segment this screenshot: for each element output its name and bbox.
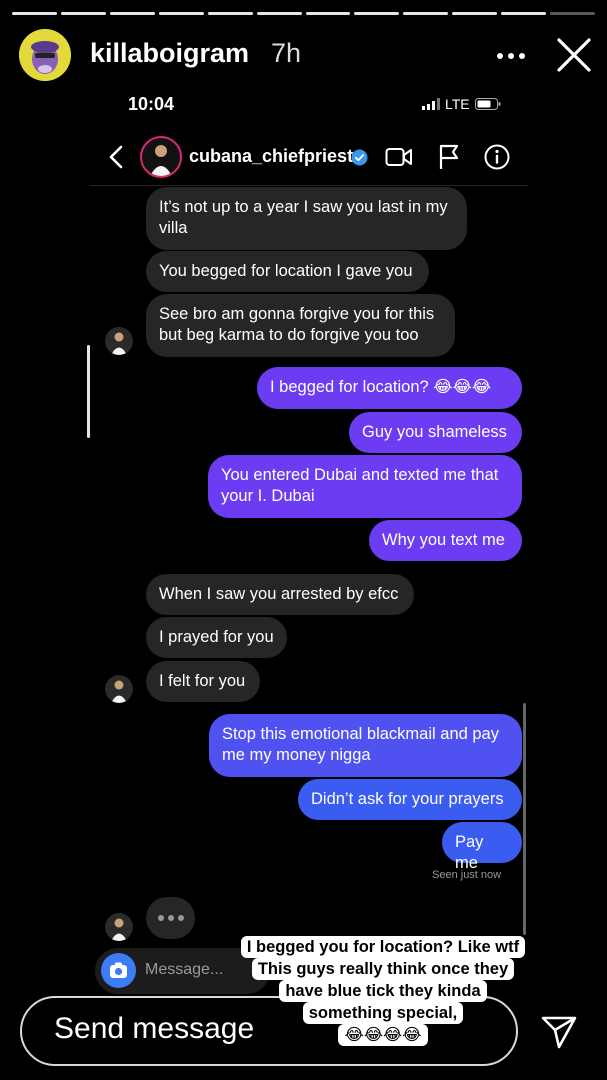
message-bubble-incoming[interactable]: It’s not up to a year I saw you last in … (146, 187, 467, 250)
more-options-icon[interactable] (496, 48, 526, 59)
chat-username[interactable]: cubana_chiefpriest (189, 146, 353, 167)
progress-segment (550, 12, 596, 15)
battery-icon (474, 98, 501, 110)
story-avatar[interactable] (19, 29, 71, 81)
sender-avatar[interactable] (105, 327, 133, 355)
progress-segment (60, 12, 106, 15)
camera-button[interactable] (101, 953, 136, 988)
progress-segment (452, 12, 498, 15)
caption-line: I begged you for location? Like wtf (240, 936, 526, 958)
typing-indicator (146, 897, 195, 939)
signal-icon (422, 98, 440, 110)
caption-line: This guys really think once they (251, 958, 515, 980)
sender-avatar[interactable] (105, 675, 133, 703)
header-divider (90, 185, 528, 186)
info-icon[interactable] (484, 144, 510, 170)
scrollbar[interactable] (523, 703, 526, 935)
caption-line: 😂😂😂😂 (338, 1024, 428, 1046)
seen-indicator: Seen just now (432, 869, 502, 881)
message-bubble-outgoing[interactable]: Guy you shameless (349, 412, 522, 453)
message-bubble-outgoing[interactable]: I begged for location? 😂😂😂 (257, 367, 522, 409)
send-icon[interactable] (540, 1013, 578, 1051)
message-bubble-incoming[interactable]: See bro am gonna forgive you for this bu… (146, 294, 455, 357)
message-bubble-incoming[interactable]: You begged for location I gave you (146, 251, 429, 292)
network-label: LTE (445, 96, 470, 112)
message-bubble-outgoing[interactable]: Stop this emotional blackmail and pay me… (209, 714, 522, 777)
status-time: 10:04 (128, 94, 175, 114)
story-progress-bar (12, 12, 596, 15)
progress-segment (109, 12, 155, 15)
message-bubble-outgoing[interactable]: Pay me (442, 822, 522, 872)
video-call-icon[interactable] (385, 145, 413, 169)
message-bubble-outgoing[interactable]: Why you text me (369, 520, 522, 561)
progress-segment (256, 12, 302, 15)
message-bubble-outgoing[interactable]: Didn’t ask for your prayers (298, 779, 522, 820)
send-message-placeholder[interactable]: Send message (54, 1012, 254, 1046)
status-indicators: LTE (422, 96, 501, 112)
progress-segment (207, 12, 253, 15)
camera-icon (110, 962, 127, 978)
caption-line: something special, (302, 1002, 464, 1024)
progress-segment (403, 12, 449, 15)
progress-segment (501, 12, 547, 15)
progress-segment (158, 12, 204, 15)
message-bubble-incoming[interactable]: When I saw you arrested by efcc (146, 574, 414, 615)
story-caption: I begged you for location? Like wtf This… (228, 936, 538, 1046)
progress-segment (305, 12, 351, 15)
close-icon[interactable] (556, 37, 592, 73)
sender-avatar[interactable] (105, 913, 133, 941)
caption-line: have blue tick they kinda (279, 980, 487, 1002)
story-timestamp: 7h (271, 38, 302, 68)
message-input-placeholder[interactable]: Message... (145, 961, 223, 979)
message-bubble-outgoing[interactable]: You entered Dubai and texted me that you… (208, 455, 522, 518)
chat-avatar[interactable] (140, 136, 182, 178)
progress-segment (354, 12, 400, 15)
scrollbar-left (87, 345, 90, 438)
message-bubble-incoming[interactable]: I felt for you (146, 661, 260, 702)
message-bubble-incoming[interactable]: I prayed for you (146, 617, 287, 658)
back-icon[interactable] (106, 144, 126, 170)
progress-segment (12, 12, 57, 15)
flag-icon[interactable] (438, 144, 460, 170)
story-username[interactable]: killaboigram (90, 38, 249, 69)
verified-badge-icon (351, 149, 368, 166)
